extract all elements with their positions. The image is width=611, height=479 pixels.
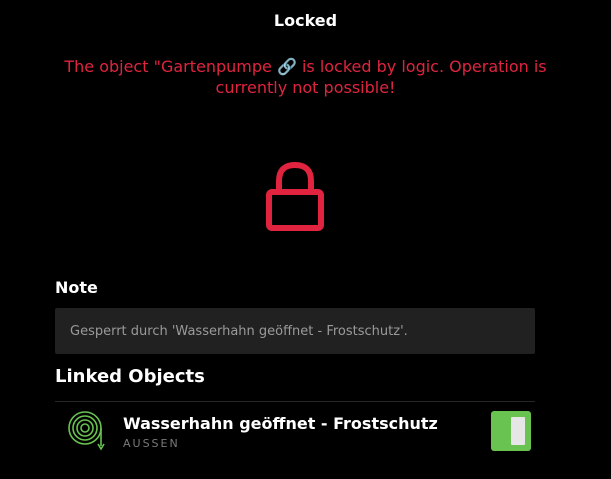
hose-icon — [67, 410, 107, 452]
note-text: Gesperrt durch 'Wasserhahn geöffnet - Fr… — [70, 323, 408, 339]
locked-message: The object "Gartenpumpe 🔗 is locked by l… — [64, 57, 547, 97]
lock-screen: Locked The object "Gartenpumpe 🔗 is lock… — [0, 0, 611, 479]
page-title: Locked — [273, 11, 338, 30]
note-heading: Note — [55, 278, 98, 297]
toggle-switch[interactable] — [491, 411, 531, 451]
switch-knob — [511, 417, 525, 445]
linked-object-name: Wasserhahn geöffnet - Frostschutz — [123, 414, 438, 433]
lock-icon — [264, 160, 326, 234]
linked-object-room: AUSSEN — [123, 437, 180, 450]
linked-objects-heading: Linked Objects — [55, 366, 205, 387]
note-box: Gesperrt durch 'Wasserhahn geöffnet - Fr… — [55, 308, 535, 354]
linked-object-row[interactable]: Wasserhahn geöffnet - Frostschutz AUSSEN — [55, 402, 535, 460]
